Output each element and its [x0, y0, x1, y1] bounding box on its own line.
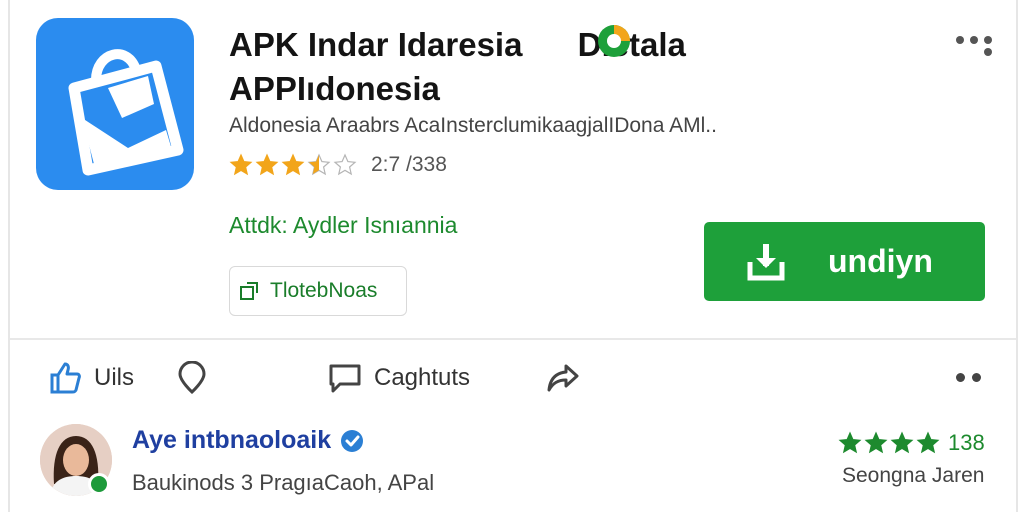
- shopping-bag-icon: [68, 49, 184, 176]
- share-icon: [547, 364, 579, 392]
- flag-badge-icon: [598, 25, 630, 57]
- review-stars: [838, 431, 942, 455]
- star-filled-icon: [838, 431, 862, 454]
- app-rating: 2:7 /338: [229, 150, 447, 180]
- app-title-line2: APPIıdonesia: [229, 70, 440, 107]
- star-filled-icon: [864, 431, 888, 454]
- like-button[interactable]: Uils: [48, 356, 134, 400]
- external-link-icon: [240, 282, 258, 300]
- more-dots-icon: [956, 373, 965, 382]
- star-filled-icon: [229, 153, 253, 176]
- star-empty-icon: [333, 153, 357, 176]
- app-icon: [36, 18, 194, 190]
- comment-icon: [329, 364, 361, 393]
- app-author[interactable]: Attdk: Aydler Isnıannia: [229, 212, 457, 239]
- star-filled-icon: [281, 153, 305, 176]
- rating-stars: [229, 153, 357, 177]
- comment-label: Caghtuts: [374, 364, 471, 391]
- review-rating: 138: [838, 430, 985, 456]
- more-dot: [970, 36, 978, 44]
- star-filled-icon: [307, 153, 331, 176]
- rating-text: 2:7 /338: [371, 153, 447, 176]
- tag-button-label: TlotebNoas: [270, 279, 378, 302]
- share-button[interactable]: [546, 356, 580, 400]
- review-count: 138: [948, 430, 985, 455]
- more-actions-button[interactable]: [954, 368, 988, 388]
- more-dot: [984, 36, 992, 44]
- more-dots-icon: [956, 36, 964, 44]
- more-options-button[interactable]: [950, 30, 996, 60]
- verified-badge-icon: [341, 429, 364, 452]
- reviewer-name-text: Aye intbnaoloaik: [132, 426, 332, 454]
- star-filled-icon: [916, 431, 940, 454]
- review-date: Seongna Jaren: [842, 464, 985, 487]
- divider: [10, 338, 1016, 340]
- location-pin-icon: [178, 361, 206, 395]
- star-filled-icon: [255, 153, 279, 176]
- pin-button[interactable]: [176, 356, 208, 400]
- like-label: Uils: [94, 364, 134, 391]
- download-icon: [747, 243, 785, 280]
- more-dot: [972, 373, 981, 382]
- reviewer-name[interactable]: Aye intbnaoloaik: [132, 426, 365, 455]
- comment-button[interactable]: Caghtuts: [328, 356, 470, 400]
- online-status-badge: [88, 473, 110, 495]
- download-button-label: undiyn: [828, 243, 933, 279]
- download-button[interactable]: undiyn: [704, 222, 985, 301]
- tag-button[interactable]: TlotebNoas: [229, 266, 407, 316]
- thumbs-up-icon: [50, 362, 81, 394]
- review-text: Baukinods 3 PragıaCaoh, APal: [132, 470, 435, 495]
- app-subtitle: Aldonesia Araabrs AcaInsterclumikaagjalI…: [229, 114, 717, 137]
- more-dot: [984, 48, 992, 56]
- star-filled-icon: [890, 431, 914, 454]
